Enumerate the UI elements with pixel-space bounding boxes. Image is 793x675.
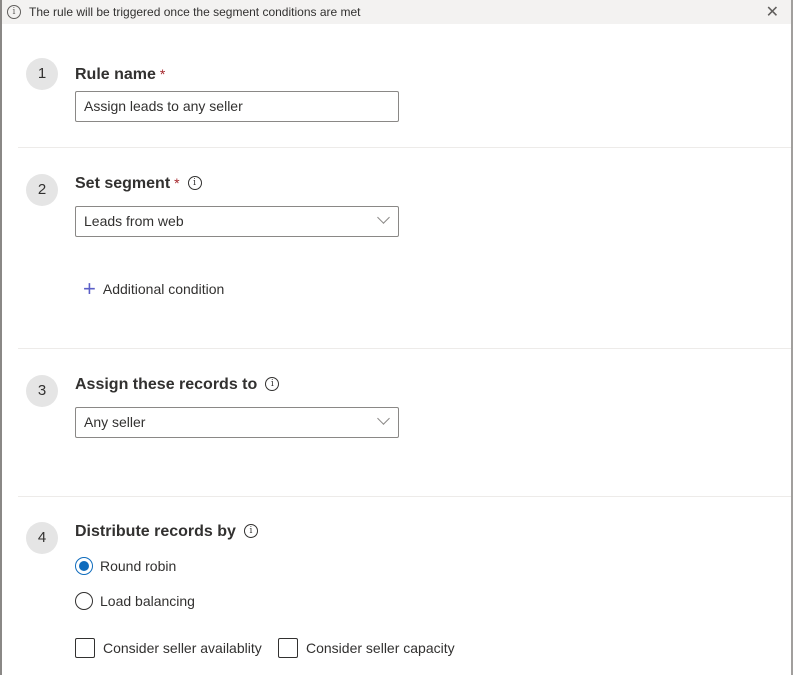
- step-number-1: 1: [26, 58, 58, 90]
- step-number-3: 3: [26, 375, 58, 407]
- info-icon: i: [7, 5, 21, 19]
- assign-records-label-text: Assign these records to: [75, 376, 258, 393]
- section-divider: [18, 348, 791, 349]
- panel-left-border: [0, 0, 2, 675]
- distribute-records-label-text: Distribute records by: [75, 523, 236, 540]
- set-segment-label-text: Set segment: [75, 175, 171, 192]
- radio-round-robin[interactable]: Round robin: [75, 557, 176, 575]
- checkbox-seller-availability[interactable]: Consider seller availablity: [75, 638, 262, 658]
- step-number-2: 2: [26, 174, 58, 206]
- distribute-records-label: Distribute records by i: [75, 523, 258, 541]
- radio-round-robin-label: Round robin: [100, 558, 177, 574]
- set-segment-label: Set segment * i: [75, 175, 202, 193]
- info-banner: i The rule will be triggered once the se…: [2, 0, 791, 24]
- checkbox-seller-capacity[interactable]: Consider seller capacity: [278, 638, 455, 658]
- chevron-down-icon: [377, 412, 390, 425]
- segment-value: Leads from web: [84, 213, 184, 229]
- section-divider: [18, 496, 791, 497]
- rule-name-label: Rule name *: [75, 66, 165, 84]
- banner-message: The rule will be triggered once the segm…: [29, 5, 361, 19]
- rule-name-label-text: Rule name: [75, 66, 156, 83]
- checkbox-icon: [75, 638, 95, 658]
- additional-condition-button[interactable]: + Additional condition: [83, 276, 225, 301]
- radio-load-balancing-label: Load balancing: [100, 593, 195, 609]
- rule-name-input[interactable]: Assign leads to any seller: [75, 91, 399, 122]
- assign-to-dropdown[interactable]: Any seller: [75, 407, 399, 438]
- required-marker: *: [174, 175, 180, 191]
- assign-records-label: Assign these records to i: [75, 376, 280, 394]
- assign-to-value: Any seller: [84, 414, 146, 430]
- checkbox-seller-availability-label: Consider seller availablity: [103, 640, 262, 656]
- radio-unselected-icon: [75, 592, 93, 610]
- radio-selected-icon: [75, 557, 93, 575]
- step-number-4: 4: [26, 522, 58, 554]
- close-icon[interactable]: ✕: [766, 2, 779, 22]
- segment-dropdown[interactable]: Leads from web: [75, 206, 399, 237]
- checkbox-seller-capacity-label: Consider seller capacity: [306, 640, 455, 656]
- required-marker: *: [159, 66, 166, 82]
- section-divider: [18, 147, 791, 148]
- checkbox-icon: [278, 638, 298, 658]
- chevron-down-icon: [377, 211, 390, 224]
- additional-condition-label: Additional condition: [102, 281, 225, 297]
- plus-icon: +: [83, 276, 96, 301]
- radio-load-balancing[interactable]: Load balancing: [75, 592, 195, 610]
- info-icon[interactable]: i: [243, 524, 258, 538]
- info-icon[interactable]: i: [265, 377, 280, 391]
- rule-name-value: Assign leads to any seller: [84, 98, 243, 114]
- info-icon[interactable]: i: [187, 176, 202, 190]
